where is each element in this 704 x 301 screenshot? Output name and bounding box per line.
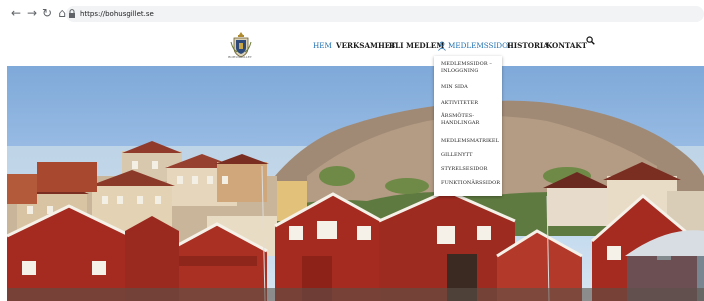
forward-arrow-icon[interactable]: → xyxy=(25,6,39,20)
nav-medlemssidor[interactable]: MEDLEMSSIDOR xyxy=(448,40,513,52)
dropdown-item-gillenytt[interactable]: GILLENYTT xyxy=(441,152,501,159)
nav-historia[interactable]: HISTORIA xyxy=(507,40,549,52)
dropdown-item-min-sida[interactable]: MIN SIDA xyxy=(441,84,501,91)
address-bar[interactable] xyxy=(66,6,704,22)
nav-verksamhet[interactable]: VERKSAMHET xyxy=(336,40,396,52)
dropdown-item-styrelsesidor[interactable]: STYRELSESIDOR xyxy=(441,166,501,173)
hero-image xyxy=(7,66,704,301)
medlemssidor-dropdown: MEDLEMSSIDOR – INLOGGNING MIN SIDA AKTIV… xyxy=(434,56,502,196)
reload-icon[interactable]: ↻ xyxy=(40,6,54,20)
dropdown-item-arsmotes-handlingar[interactable]: ÅRSMÖTES- HANDLINGAR xyxy=(441,113,501,127)
logo-text: BOHUSGILLET xyxy=(228,55,252,59)
nav-bli-medlem[interactable]: BLI MEDLEM xyxy=(389,40,444,52)
user-icon xyxy=(438,41,446,51)
search-icon[interactable] xyxy=(586,36,595,45)
harbor-photo xyxy=(7,100,704,301)
lock-icon xyxy=(69,9,75,18)
dropdown-item-aktiviteter[interactable]: AKTIVITETER xyxy=(441,100,501,107)
back-arrow-icon[interactable]: ← xyxy=(9,6,23,20)
nav-kontakt[interactable]: KONTAKT xyxy=(546,40,587,52)
dropdown-item-medlemsmatrikel[interactable]: MEDLEMSMATRIKEL xyxy=(441,138,501,145)
nav-hem[interactable]: HEM xyxy=(313,40,332,52)
url-text[interactable]: https://bohusgillet.se xyxy=(80,8,154,20)
dropdown-item-funktionarssidor[interactable]: FUNKTIONÄRSSIDOR xyxy=(441,180,501,187)
browser-toolbar: ← → ↻ ⌂ https://bohusgillet.se xyxy=(0,0,704,30)
dropdown-item-inloggning[interactable]: MEDLEMSSIDOR – INLOGGNING xyxy=(441,61,501,75)
